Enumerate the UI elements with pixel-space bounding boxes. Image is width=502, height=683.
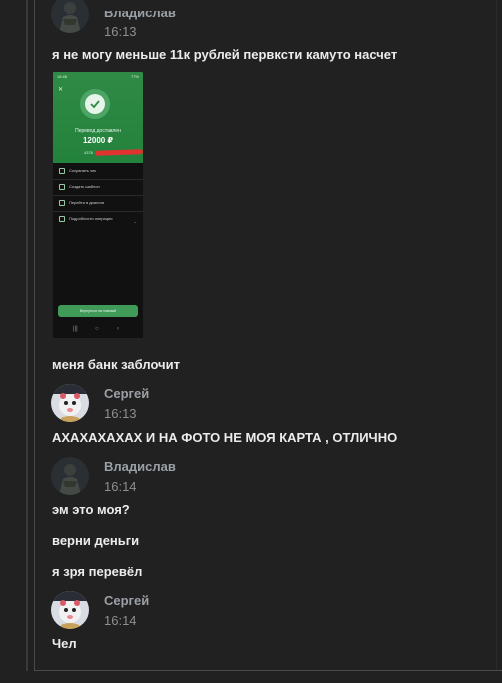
author-name[interactable]: Владислав [104, 459, 176, 474]
row-operation-details: Подробности операции [59, 216, 113, 222]
message-text: меня банк заблочит [52, 357, 180, 372]
avatar-vladislav[interactable] [51, 457, 89, 495]
message-time: 16:13 [104, 24, 137, 39]
avatar-sergey[interactable] [51, 591, 89, 629]
thread-rail-inner [34, 0, 35, 671]
success-check-icon [80, 89, 110, 119]
panel-border [496, 0, 497, 671]
row-save-receipt: Сохранить чек [59, 168, 96, 174]
divider [53, 211, 143, 212]
thread-rail [26, 0, 28, 671]
author-name[interactable]: Сергей [104, 593, 149, 608]
transfer-title: Перевод доставлен [75, 128, 121, 134]
back-icon: ‹ [117, 326, 119, 332]
transfer-amount: 12000 ₽ [82, 136, 114, 145]
image-attachment[interactable]: 16:46 77% ✕ Перевод доставлен 12000 ₽ 43… [53, 72, 143, 338]
avatar-sergey[interactable] [51, 384, 89, 422]
recents-icon: ||| [73, 326, 78, 332]
status-time: 16:46 [57, 74, 68, 79]
divider [53, 195, 143, 196]
message-time: 16:13 [104, 406, 137, 421]
message-text: я зря перевёл [52, 564, 143, 579]
message-time: 16:14 [104, 479, 137, 494]
thread-end-divider [34, 670, 502, 671]
home-icon: ○ [95, 326, 99, 332]
chevron-down-icon: ⌄ [133, 219, 137, 224]
return-home-button: Вернуться на главный [58, 305, 138, 317]
message-time: 16:14 [104, 613, 137, 628]
divider [53, 179, 143, 180]
avatar-vladislav[interactable] [51, 0, 89, 33]
message-text: АХАХАХАХАХ И НА ФОТО НЕ МОЯ КАРТА , ОТЛИ… [52, 430, 398, 445]
message-text: эм это моя? [52, 502, 130, 517]
message-text: Чел [52, 636, 77, 651]
author-name[interactable]: Сергей [104, 386, 149, 401]
row-go-to-dialogs: Перейти в диалоги [59, 200, 104, 206]
message-text: я не могу меньше 11к рублей первксти кам… [52, 47, 398, 62]
close-icon: ✕ [58, 87, 64, 93]
battery-level: 77% [130, 74, 139, 79]
row-create-template: Создать шаблон [59, 184, 100, 190]
card-number: 4378 [84, 150, 93, 155]
message-text: верни деньги [52, 533, 140, 548]
author-name[interactable]: Владислав [104, 11, 176, 20]
